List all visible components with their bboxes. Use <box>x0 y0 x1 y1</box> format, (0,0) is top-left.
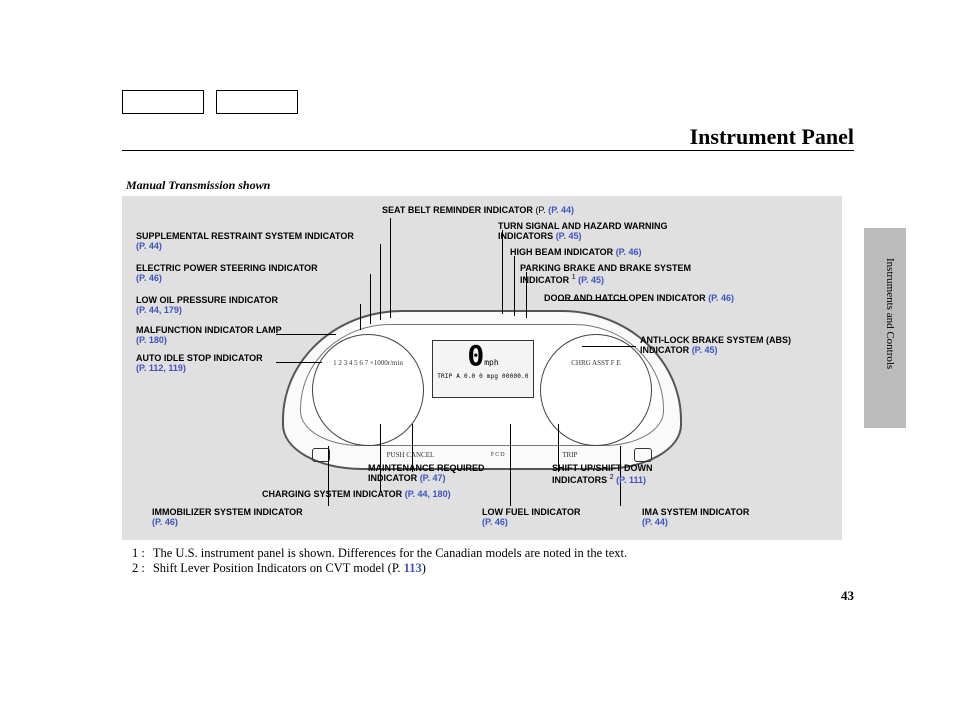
label-maint-page: (P. 47) <box>420 473 446 483</box>
trip-button-label: TRIP <box>562 451 577 459</box>
label-turn-page: (P. 45) <box>556 231 582 241</box>
label-ima-page: (P. 44) <box>642 517 668 527</box>
label-immob: IMMOBILIZER SYSTEM INDICATOR (P. 46) <box>152 508 303 528</box>
label-srs-page: (P. 44) <box>136 241 162 251</box>
lead-srs <box>380 244 381 320</box>
label-lowfuel-page: (P. 46) <box>482 517 508 527</box>
footnote-1-key: 1 : <box>132 546 145 561</box>
label-lowoil: LOW OIL PRESSURE INDICATOR (P. 44, 179) <box>136 296 278 316</box>
label-abs-page: (P. 45) <box>692 345 718 355</box>
footnote-2-key: 2 : <box>132 561 145 576</box>
label-highbeam: HIGH BEAM INDICATOR (P. 46) <box>510 248 642 258</box>
diagram-panel: 1 2 3 4 5 6 7 ×1000r/min CHRG ASST F E 0… <box>122 196 842 540</box>
header-box-2 <box>216 90 298 114</box>
label-shift-sup: 2 <box>610 474 614 481</box>
push-cancel-label: PUSH CANCEL <box>387 451 435 459</box>
lead-abs <box>582 346 636 347</box>
lead-seatbelt <box>390 218 391 318</box>
center-lcd: 0mph TRIP A 0.0 0 mpg 00000.0 <box>432 340 534 398</box>
header-placeholder-boxes <box>122 90 298 114</box>
label-lowoil-text: LOW OIL PRESSURE INDICATOR <box>136 295 278 305</box>
label-lowfuel: LOW FUEL INDICATOR (P. 46) <box>482 508 581 528</box>
label-maint: MAINTENANCE REQUIRED INDICATOR (P. 47) <box>368 464 498 484</box>
figure-caption: Manual Transmission shown <box>126 178 270 193</box>
label-highbeam-text: HIGH BEAM INDICATOR <box>510 247 613 257</box>
label-srs: SUPPLEMENTAL RESTRAINT SYSTEM INDICATOR … <box>136 232 356 252</box>
label-brake-text: PARKING BRAKE AND BRAKE SYSTEM INDICATOR <box>520 263 691 285</box>
label-srs-text: SUPPLEMENTAL RESTRAINT SYSTEM INDICATOR <box>136 231 354 241</box>
trip-label: TRIP A <box>437 373 460 380</box>
label-eps: ELECTRIC POWER STEERING INDICATOR (P. 46… <box>136 264 318 284</box>
label-charge-text: CHARGING SYSTEM INDICATOR <box>262 489 402 499</box>
label-door: DOOR AND HATCH OPEN INDICATOR (P. 46) <box>544 294 734 304</box>
label-idlestop-text: AUTO IDLE STOP INDICATOR <box>136 353 263 363</box>
lead-lowfuel <box>510 424 511 506</box>
page-title: Instrument Panel <box>690 124 854 150</box>
label-lowoil-page: (P. 44, 179) <box>136 305 182 315</box>
trip-button-icon <box>634 448 652 462</box>
label-highbeam-page: (P. 46) <box>616 247 642 257</box>
label-seatbelt-page: (P. 44) <box>548 205 574 215</box>
lead-eps <box>370 274 371 324</box>
page-number: 43 <box>841 588 854 604</box>
label-mil-text: MALFUNCTION INDICATOR LAMP <box>136 325 282 335</box>
lead-highbeam <box>514 256 515 316</box>
label-seatbelt-text: SEAT BELT REMINDER INDICATOR <box>382 205 533 215</box>
lead-lowoil <box>360 304 361 330</box>
tach-ticks: 1 2 3 4 5 6 7 ×1000r/min <box>313 335 423 367</box>
label-lowfuel-text: LOW FUEL INDICATOR <box>482 507 581 517</box>
label-turn-text: TURN SIGNAL AND HAZARD WARNING INDICATOR… <box>498 221 668 241</box>
label-mil-page: (P. 180) <box>136 335 167 345</box>
lead-mil <box>276 334 336 335</box>
label-charge-page: (P. 44, 180) <box>405 489 451 499</box>
label-ima: IMA SYSTEM INDICATOR (P. 44) <box>642 508 749 528</box>
title-underline <box>122 150 854 151</box>
section-tab-label: Instruments and Controls <box>882 258 896 418</box>
instrument-cluster: 1 2 3 4 5 6 7 ×1000r/min CHRG ASST F E 0… <box>282 310 682 470</box>
label-eps-text: ELECTRIC POWER STEERING INDICATOR <box>136 263 318 273</box>
speed-value: 0 <box>467 339 484 372</box>
footnote-2-text: Shift Lever Position Indicators on CVT m… <box>153 561 426 576</box>
header-box-1 <box>122 90 204 114</box>
label-door-text: DOOR AND HATCH OPEN INDICATOR <box>544 293 706 303</box>
label-seatbelt: SEAT BELT REMINDER INDICATOR (P. (P. 44) <box>382 206 574 216</box>
label-shift-page: (P. 111) <box>616 475 646 485</box>
lead-idlestop <box>276 362 322 363</box>
label-idlestop: AUTO IDLE STOP INDICATOR (P. 112, 119) <box>136 354 263 374</box>
label-eps-page: (P. 46) <box>136 273 162 283</box>
fcd-label: FCD <box>491 452 506 458</box>
tachometer-dial: 1 2 3 4 5 6 7 ×1000r/min <box>312 334 424 446</box>
label-shift: SHIFT UP/SHIFT DOWN INDICATORS 2 (P. 111… <box>552 464 682 486</box>
label-brake-page: (P. 45) <box>578 275 604 285</box>
label-mil: MALFUNCTION INDICATOR LAMP (P. 180) <box>136 326 282 346</box>
label-brake: PARKING BRAKE AND BRAKE SYSTEM INDICATOR… <box>520 264 740 286</box>
footnote-1-text: The U.S. instrument panel is shown. Diff… <box>153 546 627 561</box>
label-charge: CHARGING SYSTEM INDICATOR (P. 44, 180) <box>262 490 451 500</box>
speed-unit: mph <box>484 358 498 367</box>
label-immob-text: IMMOBILIZER SYSTEM INDICATOR <box>152 507 303 517</box>
assist-charge-dial: CHRG ASST F E <box>540 334 652 446</box>
label-immob-page: (P. 46) <box>152 517 178 527</box>
trip-readout: 0.0 0 mpg 00000.0 <box>464 373 529 380</box>
label-turn: TURN SIGNAL AND HAZARD WARNING INDICATOR… <box>498 222 718 242</box>
lead-turn <box>502 230 503 314</box>
label-ima-text: IMA SYSTEM INDICATOR <box>642 507 749 517</box>
label-door-page: (P. 46) <box>708 293 734 303</box>
label-brake-sup: 1 <box>572 274 576 281</box>
label-abs: ANTI-LOCK BRAKE SYSTEM (ABS) INDICATOR (… <box>640 336 830 356</box>
footnotes: 1 : The U.S. instrument panel is shown. … <box>132 546 627 576</box>
cluster-button-row: PUSH CANCEL FCD TRIP <box>302 446 662 464</box>
label-idlestop-page: (P. 112, 119) <box>136 363 186 373</box>
assist-ticks: CHRG ASST F E <box>541 335 651 367</box>
